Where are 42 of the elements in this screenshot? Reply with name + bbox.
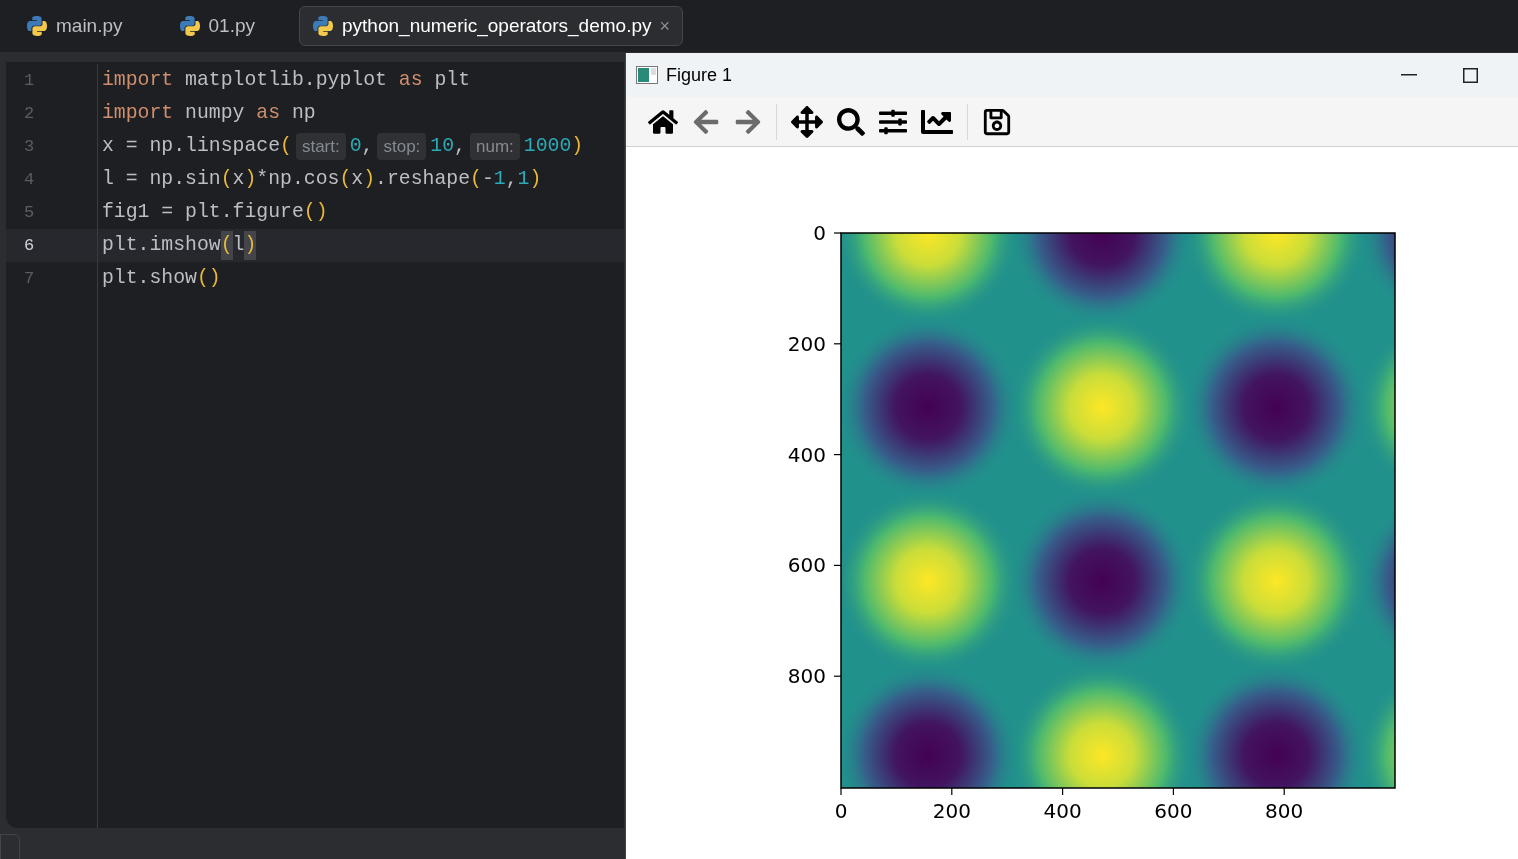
- code-line: l = np.sin(x)*np.cos(x).reshape(-1,1): [102, 166, 542, 192]
- tick-label: 200: [787, 331, 826, 356]
- line-number: 1: [24, 69, 35, 92]
- code-line: plt.imshow(l): [102, 230, 257, 261]
- code-line: x = np.linspace( start: 0, stop: 10, num: 1000): [102, 131, 584, 162]
- tick-label: 200: [932, 799, 971, 823]
- move-icon[interactable]: [791, 105, 823, 138]
- line-number: 4: [24, 168, 35, 191]
- line-number: 3: [24, 135, 35, 158]
- tick-label: 800: [787, 664, 826, 689]
- line-number: 2: [24, 102, 35, 125]
- tab-label: main.py: [56, 13, 123, 38]
- python-icon: [178, 15, 201, 37]
- python-icon: [26, 15, 48, 37]
- tab-label: python_numeric_operators_demo.py: [342, 13, 652, 39]
- tab-label: 01.py: [208, 13, 255, 38]
- code-line: fig1 = plt.figure(): [102, 199, 328, 225]
- code-line: import matplotlib.pyplot as plt: [102, 67, 470, 93]
- editor-tab[interactable]: 01.py: [166, 6, 267, 46]
- tick-label: 400: [787, 442, 826, 467]
- tick-label: 600: [1154, 799, 1193, 823]
- sliders-icon[interactable]: [879, 107, 907, 136]
- tick-label: 600: [787, 553, 826, 578]
- tick-label: 0: [834, 799, 848, 823]
- tick-label: 0: [813, 221, 826, 245]
- code-line: plt.show(): [102, 265, 221, 291]
- search-icon[interactable]: [837, 107, 865, 136]
- tick-label: 800: [1265, 799, 1304, 823]
- window-title: Figure 1: [666, 63, 733, 87]
- minimize-icon[interactable]: [1401, 74, 1417, 76]
- line-number: 5: [24, 201, 35, 224]
- figure-app-icon: [636, 66, 658, 84]
- code-line: import numpy as np: [102, 100, 316, 126]
- save-icon[interactable]: [982, 106, 1012, 137]
- editor-tab[interactable]: python_numeric_operators_demo.py ×: [299, 6, 683, 46]
- maximize-icon[interactable]: [1463, 67, 1478, 83]
- editor-tab[interactable]: main.py: [14, 6, 135, 46]
- tab-close-button[interactable]: ×: [659, 12, 670, 40]
- line-number: 6: [24, 234, 35, 257]
- line-number: 7: [24, 267, 35, 290]
- python-icon: [312, 15, 334, 37]
- tick-label: 400: [1043, 799, 1082, 823]
